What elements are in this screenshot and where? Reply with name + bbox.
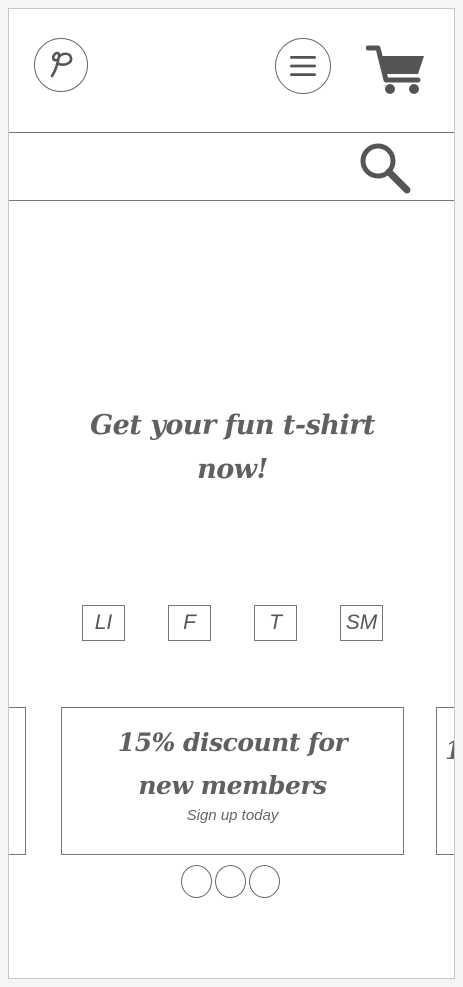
carousel-card-previous[interactable]	[9, 707, 26, 855]
social-label: SM	[345, 611, 378, 634]
promo-subtitle: Sign up today	[186, 807, 279, 824]
app-frame: Get your fun t-shirt now! LI F T SM 15% …	[8, 8, 455, 979]
search-bar	[9, 132, 454, 201]
social-label: LI	[94, 611, 113, 634]
search-input[interactable]	[9, 133, 347, 200]
hamburger-menu-icon	[290, 56, 316, 76]
carousel-dot-1[interactable]	[181, 865, 212, 898]
carousel-pagination	[181, 865, 280, 898]
search-button[interactable]	[354, 141, 416, 195]
hero-line-1: Get your fun t-shirt	[90, 410, 375, 441]
cart-button[interactable]	[364, 42, 430, 98]
logo-button[interactable]	[34, 38, 88, 92]
hero-headline: Get your fun t-shirt now!	[9, 404, 454, 492]
carousel-dot-2[interactable]	[215, 865, 246, 898]
promo-title-line-1: 15% discount for	[117, 728, 348, 757]
social-link-twitter[interactable]: T	[254, 605, 297, 641]
social-label: T	[269, 611, 282, 634]
social-label: F	[183, 611, 196, 634]
hero-line-2: now!	[197, 454, 268, 485]
next-card-peek-text: 1	[445, 736, 454, 765]
menu-button[interactable]	[275, 38, 331, 94]
social-link-facebook[interactable]: F	[168, 605, 211, 641]
carousel-card-next[interactable]: 1	[436, 707, 454, 855]
carousel-card-active[interactable]: 15% discount for new members Sign up tod…	[61, 707, 404, 855]
shopping-cart-icon	[366, 45, 424, 94]
magnifier-search-icon	[360, 143, 411, 194]
script-p-logo-icon	[50, 51, 73, 78]
social-link-linkedin[interactable]: LI	[82, 605, 125, 641]
promo-title-line-2: new members	[138, 771, 327, 800]
social-link-social-media[interactable]: SM	[340, 605, 383, 641]
carousel-dot-3[interactable]	[249, 865, 280, 898]
promo-title: 15% discount for new members	[62, 721, 403, 807]
